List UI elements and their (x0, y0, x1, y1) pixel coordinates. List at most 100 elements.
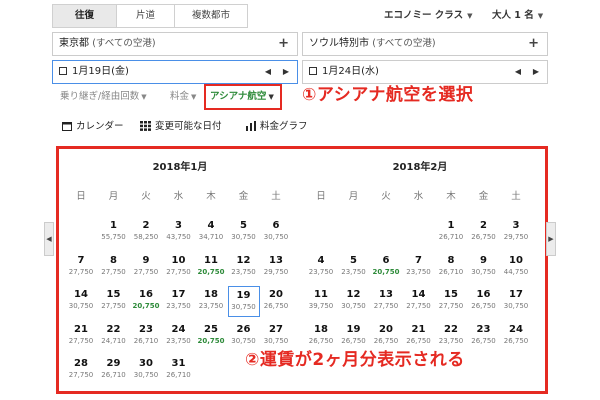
calendar-day[interactable]: 9 27,750 (130, 252, 162, 283)
calendar-day[interactable]: 3 43,750 (163, 217, 195, 248)
calendar-day[interactable]: 10 44,750 (500, 252, 532, 283)
day-price: 30,750 (231, 233, 256, 241)
calendar-day[interactable]: 3 29,750 (500, 217, 532, 248)
prev-arrow-icon[interactable]: ◀ (265, 61, 271, 83)
calendar-day[interactable]: 11 20,750 (195, 252, 227, 283)
passengers-select[interactable]: 大人 1 名 ▼ (492, 4, 543, 28)
tab-round-trip[interactable]: 往復 (53, 5, 117, 27)
plus-icon[interactable]: + (528, 33, 539, 55)
caret-down-icon: ▼ (141, 93, 147, 101)
calendar-day[interactable]: 12 30,750 (338, 286, 370, 317)
calendar-day[interactable]: 18 23,750 (195, 286, 227, 317)
tab-one-way[interactable]: 片道 (117, 5, 175, 27)
day-number: 1 (447, 220, 455, 231)
calendar-day[interactable]: 21 27,750 (65, 321, 97, 352)
day-number: 17 (509, 289, 523, 300)
stops-filter[interactable]: 乗り継ぎ/経由回数 ▼ (60, 86, 147, 108)
next-arrow-icon[interactable]: ▶ (533, 61, 539, 83)
month-title: 2018年2月 (392, 162, 448, 173)
day-price: 26,750 (406, 336, 431, 345)
calendar-day[interactable]: 1 55,750 (98, 217, 130, 248)
calendar-day[interactable]: 4 34,710 (195, 217, 227, 248)
day-number: 11 (204, 254, 218, 266)
calendar-day[interactable]: 15 27,750 (98, 286, 130, 317)
calendar-day[interactable]: 29 26,710 (98, 355, 130, 386)
day-price: 23,750 (341, 267, 366, 276)
calendar-day[interactable]: 15 27,750 (435, 286, 467, 317)
day-number: 19 (236, 290, 251, 301)
day-number: 13 (379, 289, 393, 300)
calendar-day[interactable]: 4 23,750 (305, 252, 337, 283)
calendar-day[interactable]: 16 20,750 (130, 286, 162, 317)
flexible-dates-button[interactable]: 変更可能な日付 (140, 116, 222, 140)
day-price: 30,750 (263, 336, 289, 345)
calendar-day[interactable]: 13 27,750 (370, 286, 402, 317)
day-number: 4 (207, 220, 215, 231)
calendar-day[interactable]: 6 20,750 (370, 252, 402, 283)
calendar-day[interactable]: 19 30,750 (227, 286, 260, 317)
origin-input[interactable]: 東京都 (すべての空港) + (52, 32, 298, 56)
destination-input[interactable]: ソウル特別市 (すべての空港) + (302, 32, 548, 56)
calendar-day[interactable]: 17 23,750 (163, 286, 195, 317)
calendar-day[interactable]: 12 23,750 (228, 252, 260, 283)
calendar-day[interactable]: 24 23,750 (163, 321, 195, 352)
calendar-day[interactable]: 8 26,710 (435, 252, 467, 283)
calendar-day[interactable]: 2 58,250 (130, 217, 162, 248)
day-number: 13 (269, 254, 283, 266)
calendar-day[interactable]: 5 23,750 (338, 252, 370, 283)
tab-multi-city[interactable]: 複数都市 (175, 5, 247, 27)
day-price: 30,750 (68, 302, 94, 310)
calendar-day[interactable]: 23 26,750 (468, 321, 500, 352)
caret-down-icon: ▼ (537, 12, 544, 20)
day-number: 28 (74, 358, 88, 369)
next-arrow-icon[interactable]: ▶ (283, 61, 289, 83)
calendar-day[interactable]: 9 30,750 (468, 252, 500, 283)
calendar-day[interactable]: 5 30,750 (228, 217, 260, 248)
calendar-view-button[interactable]: カレンダー (62, 116, 124, 140)
calendar-day[interactable]: 28 27,750 (65, 355, 97, 386)
day-number: 21 (74, 323, 88, 335)
calendar-day[interactable]: 7 27,750 (65, 252, 97, 283)
prev-arrow-icon[interactable]: ◀ (515, 61, 521, 83)
calendar-day[interactable]: 20 26,750 (260, 286, 292, 317)
cabin-class-select[interactable]: エコノミー クラス ▼ (384, 4, 473, 28)
day-number: 24 (509, 323, 523, 335)
calendar-day[interactable]: 7 23,750 (403, 252, 435, 283)
calendar-day[interactable]: 31 26,710 (163, 355, 195, 386)
calendar-day[interactable]: 13 29,750 (260, 252, 292, 283)
calendar-day[interactable]: 14 30,750 (65, 286, 97, 317)
plus-icon[interactable]: + (278, 33, 289, 55)
day-number: 15 (106, 289, 121, 300)
calendar-day[interactable]: 22 24,710 (98, 321, 130, 352)
annotation-two-months-fares: ②運賃が2ヶ月分表示される (242, 345, 468, 370)
calendar-day[interactable]: 24 26,750 (500, 321, 532, 352)
calendar-day[interactable]: 25 20,750 (195, 321, 227, 352)
calendar-day[interactable]: 1 26,710 (435, 217, 467, 248)
calendar-day[interactable]: 8 27,750 (98, 252, 130, 283)
day-number: 18 (314, 323, 328, 335)
calendar-day[interactable]: 23 26,710 (130, 321, 162, 352)
day-price: 27,750 (68, 267, 94, 276)
day-price: 26,750 (341, 336, 366, 345)
airline-filter[interactable]: アシアナ航空 ▼ (204, 84, 282, 110)
calendar-day[interactable]: 17 30,750 (500, 286, 532, 317)
calendar-day[interactable]: 10 27,750 (163, 252, 195, 283)
day-price: 58,250 (133, 233, 159, 241)
price-filter[interactable]: 料金 ▼ (170, 86, 196, 108)
price-graph-button[interactable]: 料金グラフ (246, 116, 308, 140)
day-price: 27,750 (406, 302, 431, 310)
weekday-header: 木 (206, 191, 216, 202)
calendar-day[interactable]: 30 30,750 (130, 355, 162, 386)
next-month-arrow-icon[interactable]: ▶ (546, 222, 556, 256)
calendar-day[interactable]: 11 39,750 (305, 286, 337, 317)
day-number: 16 (476, 289, 491, 300)
prev-month-arrow-icon[interactable]: ◀ (44, 222, 54, 256)
depart-date-field[interactable]: 1月19日(金) ◀ ▶ (52, 60, 298, 84)
day-price: 29,750 (263, 267, 289, 276)
calendar-day[interactable]: 6 30,750 (260, 217, 292, 248)
calendar-day[interactable]: 16 26,750 (468, 286, 500, 317)
calendar-day[interactable]: 2 26,750 (468, 217, 500, 248)
day-price: 27,750 (133, 267, 159, 276)
calendar-day[interactable]: 14 27,750 (403, 286, 435, 317)
day-price: 44,750 (503, 267, 529, 276)
